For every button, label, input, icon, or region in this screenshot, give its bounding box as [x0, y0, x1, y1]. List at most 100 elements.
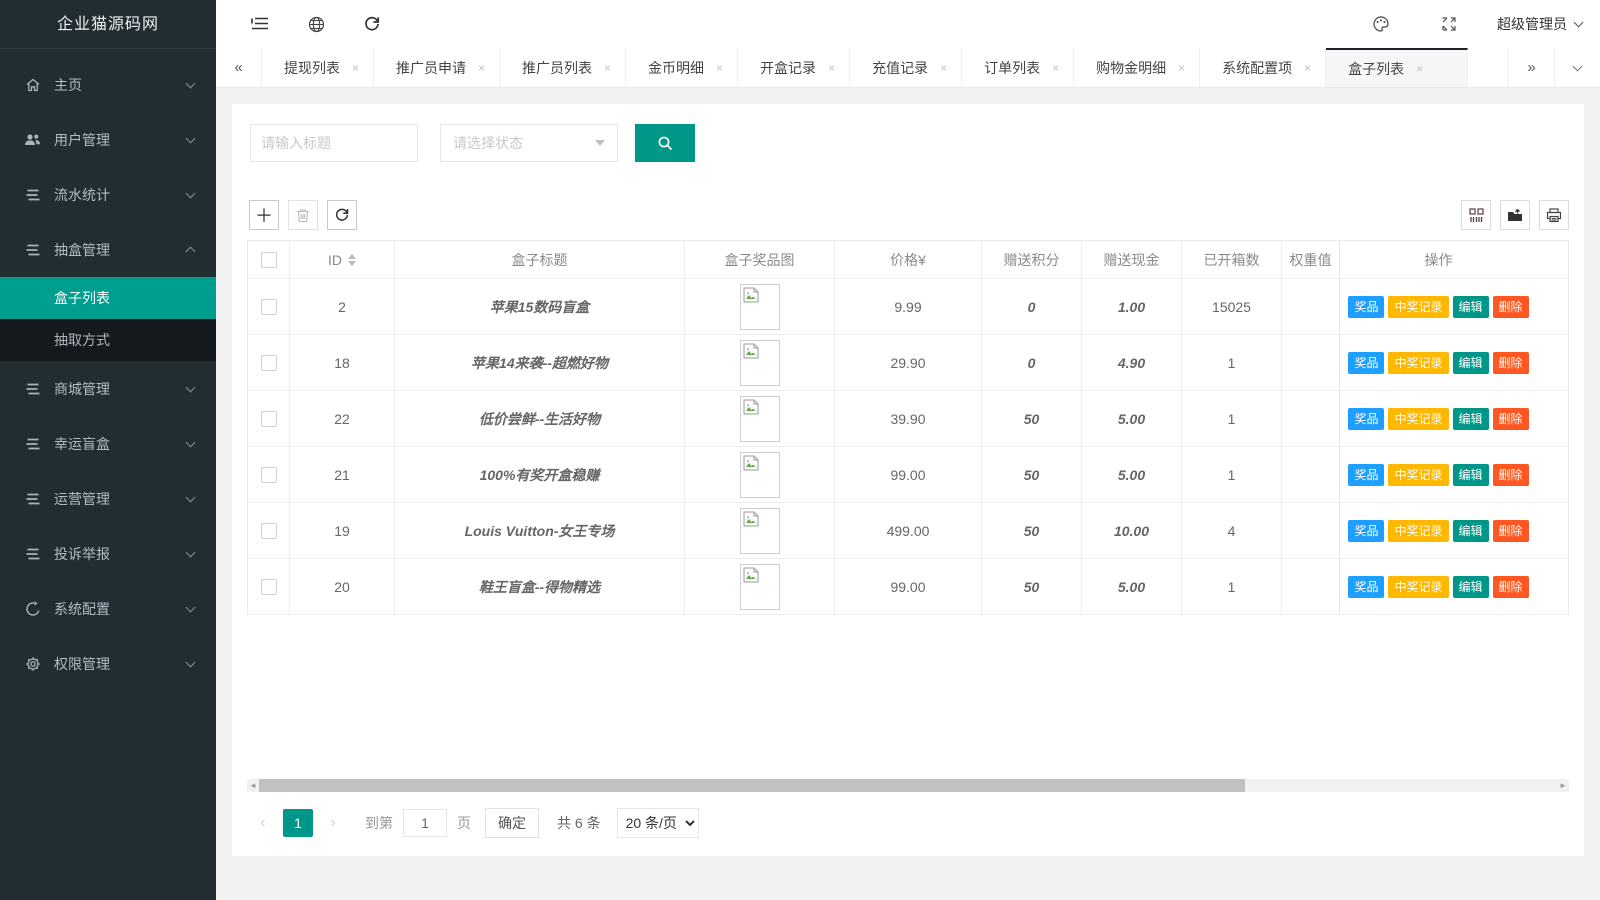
row-checkbox[interactable] — [260, 354, 277, 371]
edit-button[interactable]: 编辑 — [1452, 463, 1489, 486]
scrollbar-thumb[interactable] — [259, 779, 1246, 792]
tab[interactable]: 开盒记录 × — [738, 48, 851, 87]
row-checkbox[interactable] — [260, 522, 277, 539]
globe-icon[interactable] — [296, 4, 336, 44]
prize-image-placeholder[interactable] — [739, 283, 780, 330]
close-icon[interactable]: × — [1416, 62, 1423, 76]
search-button[interactable] — [635, 124, 695, 162]
print-button[interactable] — [1539, 200, 1569, 230]
sidebar-item-flow[interactable]: 流水统计 — [0, 167, 216, 222]
user-menu[interactable]: 超级管理员 — [1497, 14, 1584, 34]
tab[interactable]: 订单列表 × — [962, 48, 1075, 87]
sidebar-item-draw-mode[interactable]: 抽取方式 — [0, 319, 216, 361]
sidebar-item-complaint[interactable]: 投诉举报 — [0, 526, 216, 581]
collapse-sidebar-icon[interactable] — [240, 4, 280, 44]
close-icon[interactable]: × — [604, 61, 611, 75]
tab[interactable]: 系统配置项 × — [1200, 48, 1327, 87]
page-1-button[interactable]: 1 — [283, 809, 313, 837]
col-id[interactable]: ID — [290, 241, 395, 278]
tabs-scroll-left-button[interactable]: « — [216, 48, 262, 87]
delete-row-button[interactable]: 删除 — [1492, 519, 1529, 542]
export-button[interactable] — [1500, 200, 1530, 230]
tab[interactable]: 提现列表 × — [262, 48, 375, 87]
win-record-button[interactable]: 中奖记录 — [1388, 575, 1449, 598]
page-size-select[interactable]: 20 条/页 — [616, 808, 699, 838]
edit-button[interactable]: 编辑 — [1452, 407, 1489, 430]
next-page-button[interactable]: › — [319, 809, 347, 837]
close-icon[interactable]: × — [940, 61, 947, 75]
scroll-left-arrow[interactable]: ◄ — [247, 779, 259, 792]
sidebar-item-box-list[interactable]: 盒子列表 — [0, 277, 216, 319]
close-icon[interactable]: × — [1178, 61, 1185, 75]
add-button[interactable]: ＋ — [249, 200, 279, 230]
sidebar-item-operation[interactable]: 运营管理 — [0, 471, 216, 526]
close-icon[interactable]: × — [478, 61, 485, 75]
win-record-button[interactable]: 中奖记录 — [1388, 351, 1449, 374]
row-checkbox[interactable] — [260, 410, 277, 427]
close-icon[interactable]: × — [828, 61, 835, 75]
close-icon[interactable]: × — [716, 61, 723, 75]
sidebar-item-users[interactable]: 用户管理 — [0, 112, 216, 167]
prize-button[interactable]: 奖品 — [1348, 575, 1385, 598]
win-record-button[interactable]: 中奖记录 — [1388, 519, 1449, 542]
tab[interactable]: 金币明细 × — [626, 48, 739, 87]
prize-button[interactable]: 奖品 — [1348, 463, 1385, 486]
win-record-button[interactable]: 中奖记录 — [1388, 463, 1449, 486]
tab[interactable]: 推广员申请 × — [374, 48, 501, 87]
horizontal-scrollbar[interactable]: ◄ ► — [247, 779, 1569, 792]
tab[interactable]: 盒子列表 × — [1326, 48, 1469, 87]
box-list-card: 请选择状态 ＋ — [232, 104, 1584, 856]
prize-button[interactable]: 奖品 — [1348, 351, 1385, 374]
fullscreen-icon[interactable] — [1429, 4, 1469, 44]
delete-row-button[interactable]: 删除 — [1492, 351, 1529, 374]
win-record-button[interactable]: 中奖记录 — [1388, 295, 1449, 318]
confirm-page-button[interactable]: 确定 — [485, 808, 539, 838]
sidebar-item-mall[interactable]: 商城管理 — [0, 361, 216, 416]
delete-button[interactable] — [288, 200, 318, 230]
scroll-right-arrow[interactable]: ► — [1557, 779, 1569, 792]
tab[interactable]: 推广员列表 × — [500, 48, 627, 87]
close-icon[interactable]: × — [1304, 61, 1311, 75]
refresh-icon[interactable] — [352, 4, 392, 44]
edit-button[interactable]: 编辑 — [1452, 351, 1489, 374]
sidebar-item-box-mgmt[interactable]: 抽盒管理 — [0, 222, 216, 277]
sidebar-item-perm[interactable]: 权限管理 — [0, 636, 216, 691]
win-record-button[interactable]: 中奖记录 — [1388, 407, 1449, 430]
prize-button[interactable]: 奖品 — [1348, 295, 1385, 318]
prize-image-placeholder[interactable] — [739, 507, 780, 554]
refresh-table-button[interactable] — [327, 200, 357, 230]
tabs-dropdown-button[interactable] — [1554, 48, 1600, 87]
row-checkbox[interactable] — [260, 466, 277, 483]
delete-row-button[interactable]: 删除 — [1492, 463, 1529, 486]
theme-palette-icon[interactable] — [1361, 4, 1401, 44]
tab[interactable]: 购物金明细 × — [1074, 48, 1201, 87]
tabs-scroll-right-button[interactable]: » — [1508, 48, 1554, 87]
sidebar-item-lucky[interactable]: 幸运盲盒 — [0, 416, 216, 471]
prize-button[interactable]: 奖品 — [1348, 407, 1385, 430]
sidebar-item-sysconf[interactable]: 系统配置 — [0, 581, 216, 636]
prize-image-placeholder[interactable] — [739, 451, 780, 498]
close-icon[interactable]: × — [352, 61, 359, 75]
prize-image-placeholder[interactable] — [739, 563, 780, 610]
sidebar-item-home[interactable]: 主页 — [0, 57, 216, 112]
edit-button[interactable]: 编辑 — [1452, 295, 1489, 318]
row-checkbox[interactable] — [260, 578, 277, 595]
prev-page-button[interactable]: ‹ — [249, 809, 277, 837]
sort-icon[interactable] — [348, 253, 356, 266]
prize-image-placeholder[interactable] — [739, 395, 780, 442]
status-select[interactable]: 请选择状态 — [440, 124, 618, 162]
edit-button[interactable]: 编辑 — [1452, 519, 1489, 542]
prize-button[interactable]: 奖品 — [1348, 519, 1385, 542]
tab[interactable]: 充值记录 × — [850, 48, 963, 87]
row-checkbox[interactable] — [260, 298, 277, 315]
title-search-input[interactable] — [250, 124, 418, 162]
delete-row-button[interactable]: 删除 — [1492, 295, 1529, 318]
select-all-checkbox[interactable] — [260, 251, 277, 268]
edit-button[interactable]: 编辑 — [1452, 575, 1489, 598]
goto-page-input[interactable] — [403, 809, 447, 837]
delete-row-button[interactable]: 删除 — [1492, 407, 1529, 430]
columns-filter-button[interactable] — [1461, 200, 1491, 230]
prize-image-placeholder[interactable] — [739, 339, 780, 386]
close-icon[interactable]: × — [1052, 61, 1059, 75]
delete-row-button[interactable]: 删除 — [1492, 575, 1529, 598]
